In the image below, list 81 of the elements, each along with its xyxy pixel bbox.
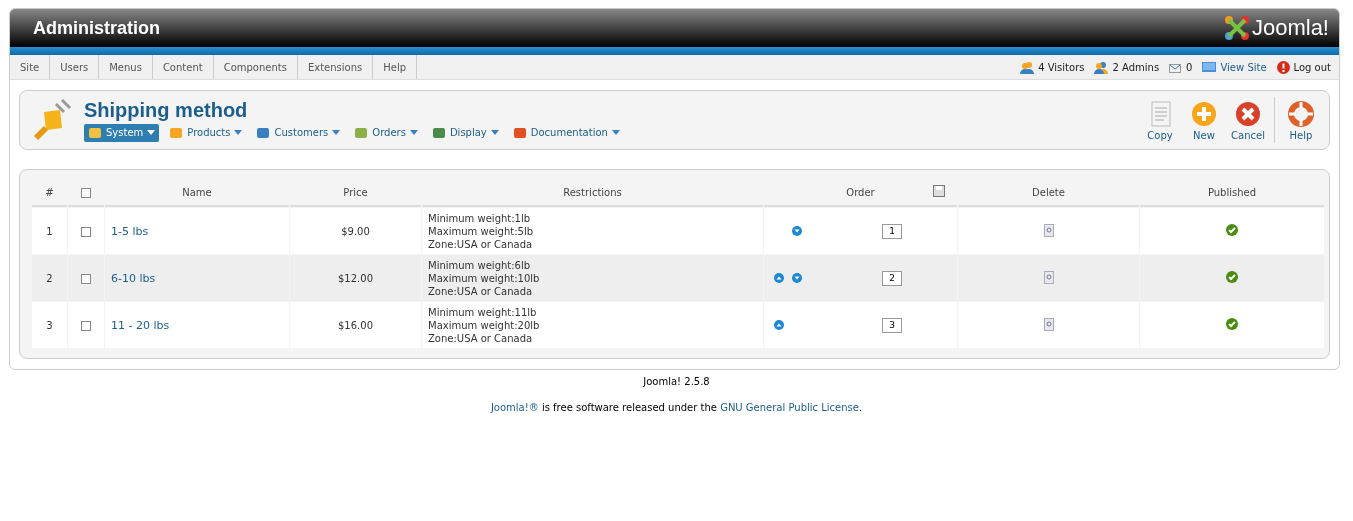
status-count: 2 Admins (1112, 61, 1160, 73)
menu-item[interactable]: Components (213, 55, 298, 79)
submenu-item[interactable]: Display (427, 123, 503, 142)
footer-link[interactable]: GNU General Public License (720, 402, 859, 413)
toolbar-button[interactable]: Cancel (1230, 99, 1266, 141)
caret-icon (147, 130, 156, 135)
checkbox[interactable] (81, 320, 91, 331)
name-link[interactable]: 11 - 20 lbs (111, 318, 170, 332)
move-down-icon[interactable] (792, 273, 802, 283)
view-site-link[interactable]: View Site (1220, 61, 1267, 73)
submenu-item[interactable]: Customers (252, 123, 345, 142)
move-down-icon[interactable] (792, 226, 802, 236)
trash-icon[interactable] (1043, 223, 1054, 237)
restrictions-text: Minimum weight:6lb Maximum weight:10lb Zone:USA or Canada (428, 258, 541, 298)
close-icon (1234, 99, 1262, 128)
add-icon (1190, 99, 1218, 128)
restrictions-text: Minimum weight:1lb Maximum weight:5lb Zone:USA or Canada (428, 211, 535, 251)
status-count: 0 (1186, 61, 1193, 73)
table-cell: $9.00 (290, 208, 421, 254)
version-text: Joomla! 2.5.8 (641, 376, 711, 387)
table-cell: 1 (32, 208, 67, 254)
menu-item[interactable]: Extensions (297, 55, 374, 79)
published-check-icon[interactable] (1226, 271, 1238, 283)
caret-icon (332, 130, 341, 135)
category-icon (256, 125, 271, 140)
status-count: 4 Visitors (1038, 61, 1085, 73)
submenu-item[interactable]: System (84, 123, 160, 142)
menu-item[interactable]: Help (373, 55, 418, 79)
users-icon (1020, 60, 1035, 74)
toolbar-button[interactable]: Copy (1142, 99, 1178, 141)
checkbox[interactable] (81, 273, 91, 284)
footer-link[interactable]: Joomla!® (490, 402, 539, 413)
toolbar-button[interactable]: New (1186, 99, 1222, 141)
restrictions-text: Minimum weight:11lb Maximum weight:20lb Zone:USA or Canada (428, 305, 541, 345)
menu-item[interactable]: Users (50, 55, 100, 79)
monitor-icon (1202, 62, 1217, 72)
category-icon (354, 125, 369, 140)
toolbar-button[interactable]: Help (1283, 99, 1319, 141)
published-check-icon[interactable] (1226, 224, 1238, 236)
caret-icon (611, 130, 620, 135)
published-check-icon[interactable] (1226, 318, 1238, 330)
table-cell: $12.00 (290, 255, 421, 301)
column-header: Order (846, 187, 875, 198)
category-icon (169, 125, 184, 140)
name-link[interactable]: 6-10 lbs (111, 271, 156, 285)
alert-icon (1276, 60, 1290, 74)
table-cell: $16.00 (290, 302, 421, 348)
page-title: Shipping method (84, 98, 249, 122)
move-up-icon[interactable] (774, 320, 784, 330)
trash-icon[interactable] (1043, 317, 1054, 331)
caret-icon (409, 130, 418, 135)
logo-icon (1223, 15, 1250, 41)
window-title: Administration (33, 17, 160, 39)
category-icon (512, 125, 527, 140)
caret-icon (234, 130, 243, 135)
logo-text: Joomla! (1251, 15, 1329, 41)
caret-icon (490, 130, 499, 135)
submenu-item[interactable]: Products (165, 123, 247, 142)
table-cell: 2 (32, 255, 67, 301)
lifebuoy-icon (1287, 99, 1315, 128)
submenu-item[interactable]: Documentation (508, 123, 624, 142)
name-link[interactable]: 1-5 lbs (111, 224, 149, 238)
license-text: Joomla!® is free software released under the GNU General Public License. (489, 402, 864, 413)
order-field[interactable]: 1 (882, 223, 902, 239)
users-icon (1094, 60, 1109, 74)
submenu-item[interactable]: Orders (350, 123, 422, 142)
menu-item[interactable]: Menus (99, 55, 153, 79)
menu-item[interactable]: Site (10, 55, 51, 79)
order-field[interactable]: 3 (882, 317, 902, 333)
order-field[interactable]: 2 (882, 270, 902, 286)
envelope-icon (1169, 61, 1183, 73)
category-icon (88, 125, 102, 140)
trash-icon[interactable] (1043, 270, 1054, 284)
move-up-icon[interactable] (774, 273, 784, 283)
logout-link[interactable]: Log out (1293, 61, 1331, 73)
checkbox[interactable] (81, 188, 91, 198)
category-icon (431, 125, 446, 140)
table-cell: 3 (32, 302, 67, 348)
save-icon[interactable] (933, 185, 945, 197)
checkbox[interactable] (81, 226, 91, 237)
menu-item[interactable]: Content (152, 55, 214, 79)
